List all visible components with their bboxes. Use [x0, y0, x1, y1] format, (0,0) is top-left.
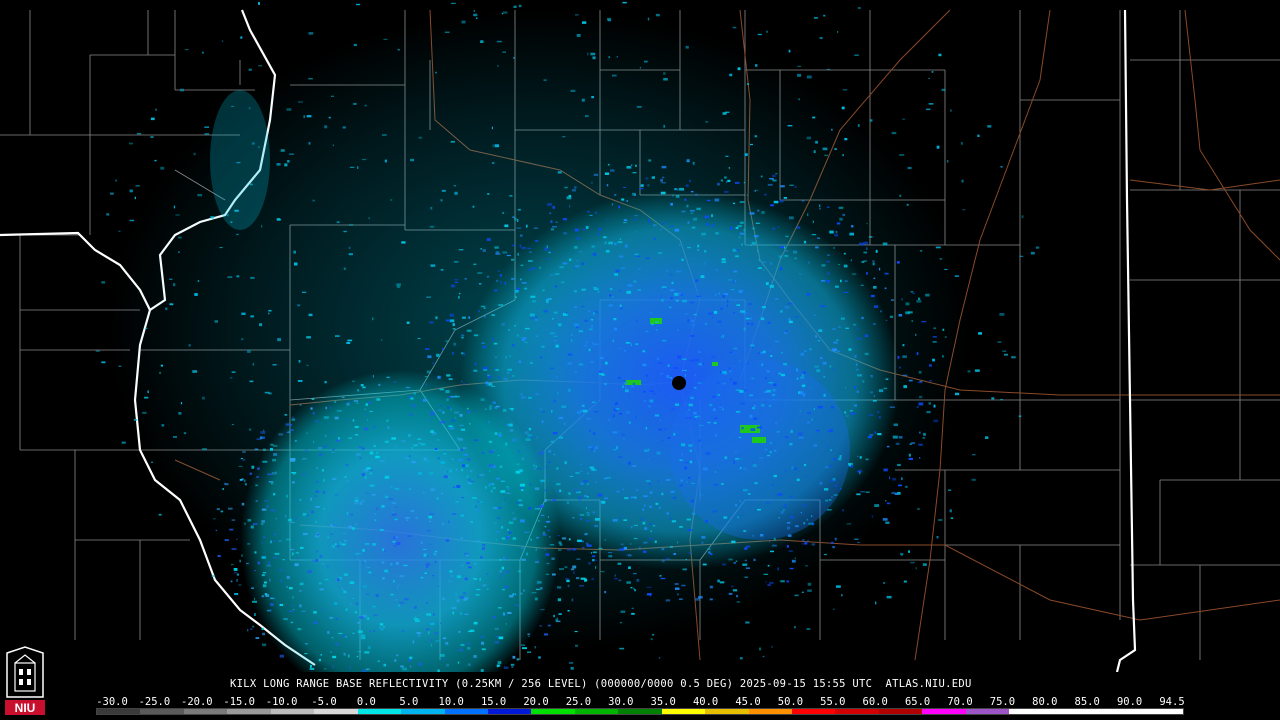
scale-label: 10.0	[438, 696, 464, 708]
scale-label: 75.0	[989, 696, 1016, 708]
scale-segment	[1052, 709, 1097, 714]
scale-segment	[357, 709, 402, 714]
scale-label: 45.0	[735, 696, 761, 708]
scale-segment	[1096, 709, 1140, 714]
scale-label: -10.0	[265, 696, 298, 708]
scale-segment	[531, 709, 575, 714]
scale-segment	[792, 709, 836, 714]
scale-segment	[878, 709, 923, 714]
scale-label: 15.0	[480, 696, 507, 708]
scale-label: 60.0	[862, 696, 888, 708]
scale-label: 35.0	[650, 696, 676, 708]
scale-label: -25.0	[138, 696, 171, 708]
scale-label: -5.0	[311, 696, 337, 708]
scale-segment	[270, 709, 315, 714]
scale-segment	[965, 709, 1010, 714]
logo-text: NIU	[15, 701, 36, 715]
radar-site-marker	[672, 376, 686, 390]
scale-segment	[401, 709, 445, 714]
scale-segment	[1139, 709, 1183, 714]
scale-segment	[140, 709, 184, 714]
scale-label: 90.0	[1116, 696, 1143, 708]
scale-label: -15.0	[223, 696, 255, 708]
scale-segment	[661, 709, 706, 714]
product-caption: KILX LONG RANGE BASE REFLECTIVITY (0.25K…	[230, 678, 972, 690]
reflectivity-echoes	[95, 1, 1040, 672]
scale-label: -20.0	[180, 696, 213, 708]
scale-segment	[835, 709, 879, 714]
color-scale-bar	[96, 708, 1184, 715]
scale-segment	[748, 709, 792, 714]
scale-segment	[227, 709, 271, 714]
scale-label: 30.0	[608, 696, 634, 708]
scale-label: 5.0	[399, 696, 419, 708]
scale-segment	[618, 709, 662, 714]
scale-label: 80.0	[1032, 696, 1058, 708]
scale-segment	[444, 709, 488, 714]
scale-label: 0.0	[356, 696, 376, 708]
scale-segment	[922, 709, 966, 714]
scale-segment	[183, 709, 228, 714]
scale-label: 94.5	[1159, 696, 1185, 708]
scale-label: 50.0	[777, 696, 804, 708]
scale-label: 25.0	[565, 696, 592, 708]
scale-segment	[1009, 709, 1053, 714]
color-scale-labels: -30.0 -25.0 -20.0 -15.0 -10.0 -5.0 0.0 5.0 10.0 1…	[0, 696, 1280, 708]
radar-map	[0, 1, 1280, 672]
scale-segment	[705, 709, 749, 714]
niu-logo: NIU	[3, 645, 47, 717]
scale-label: -30.0	[96, 696, 128, 708]
scale-segment	[314, 709, 358, 714]
scale-segment	[574, 709, 619, 714]
scale-label: 70.0	[947, 696, 973, 708]
scale-segment	[487, 709, 532, 714]
scale-label: 65.0	[904, 696, 931, 708]
scale-label: 55.0	[820, 696, 846, 708]
scale-segment	[97, 709, 141, 714]
scale-label: 20.0	[523, 696, 549, 708]
scale-label: 40.0	[692, 696, 719, 708]
scale-label: 85.0	[1074, 696, 1100, 708]
